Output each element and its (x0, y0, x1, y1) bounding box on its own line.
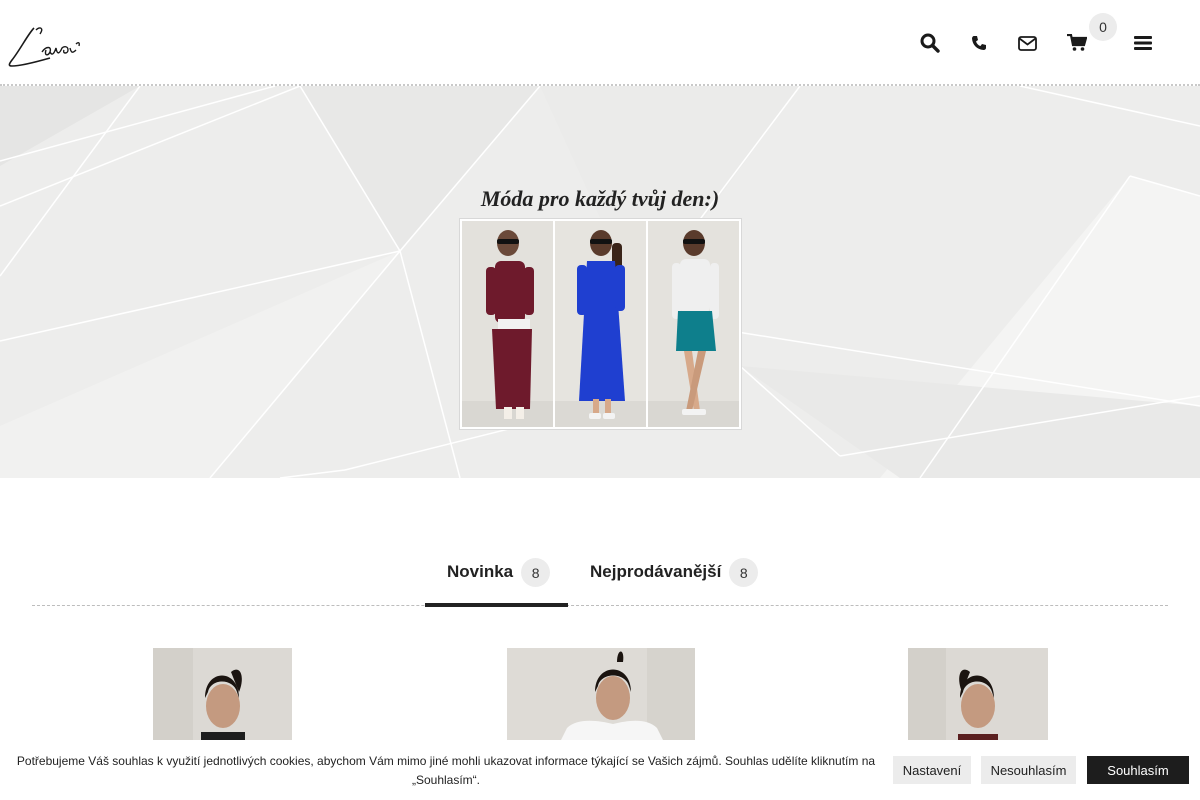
cookie-settings-button[interactable]: Nastavení (893, 756, 971, 784)
hero-photo-teal-skirt (648, 221, 739, 427)
cookie-consent-bar: Potřebujeme Váš souhlas k využití jednot… (0, 740, 1200, 800)
tab-novinka[interactable]: Novinka 8 (447, 556, 551, 606)
hero-photo-blue-dress (555, 221, 646, 427)
tab-novinka-count: 8 (521, 558, 551, 587)
hero-banner: Móda pro každý tvůj den:) (0, 86, 1200, 478)
tab-nejprodavanejsi[interactable]: Nejprodávanější 8 (590, 556, 759, 606)
hero-photo-collage[interactable] (459, 218, 742, 430)
menu-icon[interactable] (1130, 30, 1156, 56)
product-image-1[interactable] (153, 648, 292, 748)
envelope-icon[interactable] (1014, 30, 1040, 56)
cookie-consent-text: Potřebujeme Váš souhlas k využití jednot… (16, 754, 876, 787)
phone-icon[interactable] (966, 30, 992, 56)
product-image-2[interactable] (507, 648, 695, 748)
tabs-divider (32, 605, 1168, 606)
tab-nejprodavanejsi-count: 8 (729, 558, 759, 587)
search-icon[interactable] (917, 30, 943, 56)
site-header: 0 (0, 0, 1200, 86)
active-tab-indicator (425, 603, 568, 607)
logo[interactable] (6, 24, 88, 68)
cookie-decline-button[interactable]: Nesouhlasím (981, 756, 1076, 784)
cart-icon[interactable] (1064, 30, 1090, 56)
cookie-accept-button[interactable]: Souhlasím (1087, 756, 1189, 784)
product-image-3[interactable] (908, 648, 1048, 748)
cart-count-badge: 0 (1089, 13, 1117, 41)
hero-title: Móda pro každý tvůj den:) (480, 186, 720, 211)
tab-nejprodavanejsi-label: Nejprodávanější (590, 562, 722, 581)
tab-novinka-label: Novinka (447, 562, 514, 581)
hero-photo-burgundy-outfit (462, 221, 553, 427)
